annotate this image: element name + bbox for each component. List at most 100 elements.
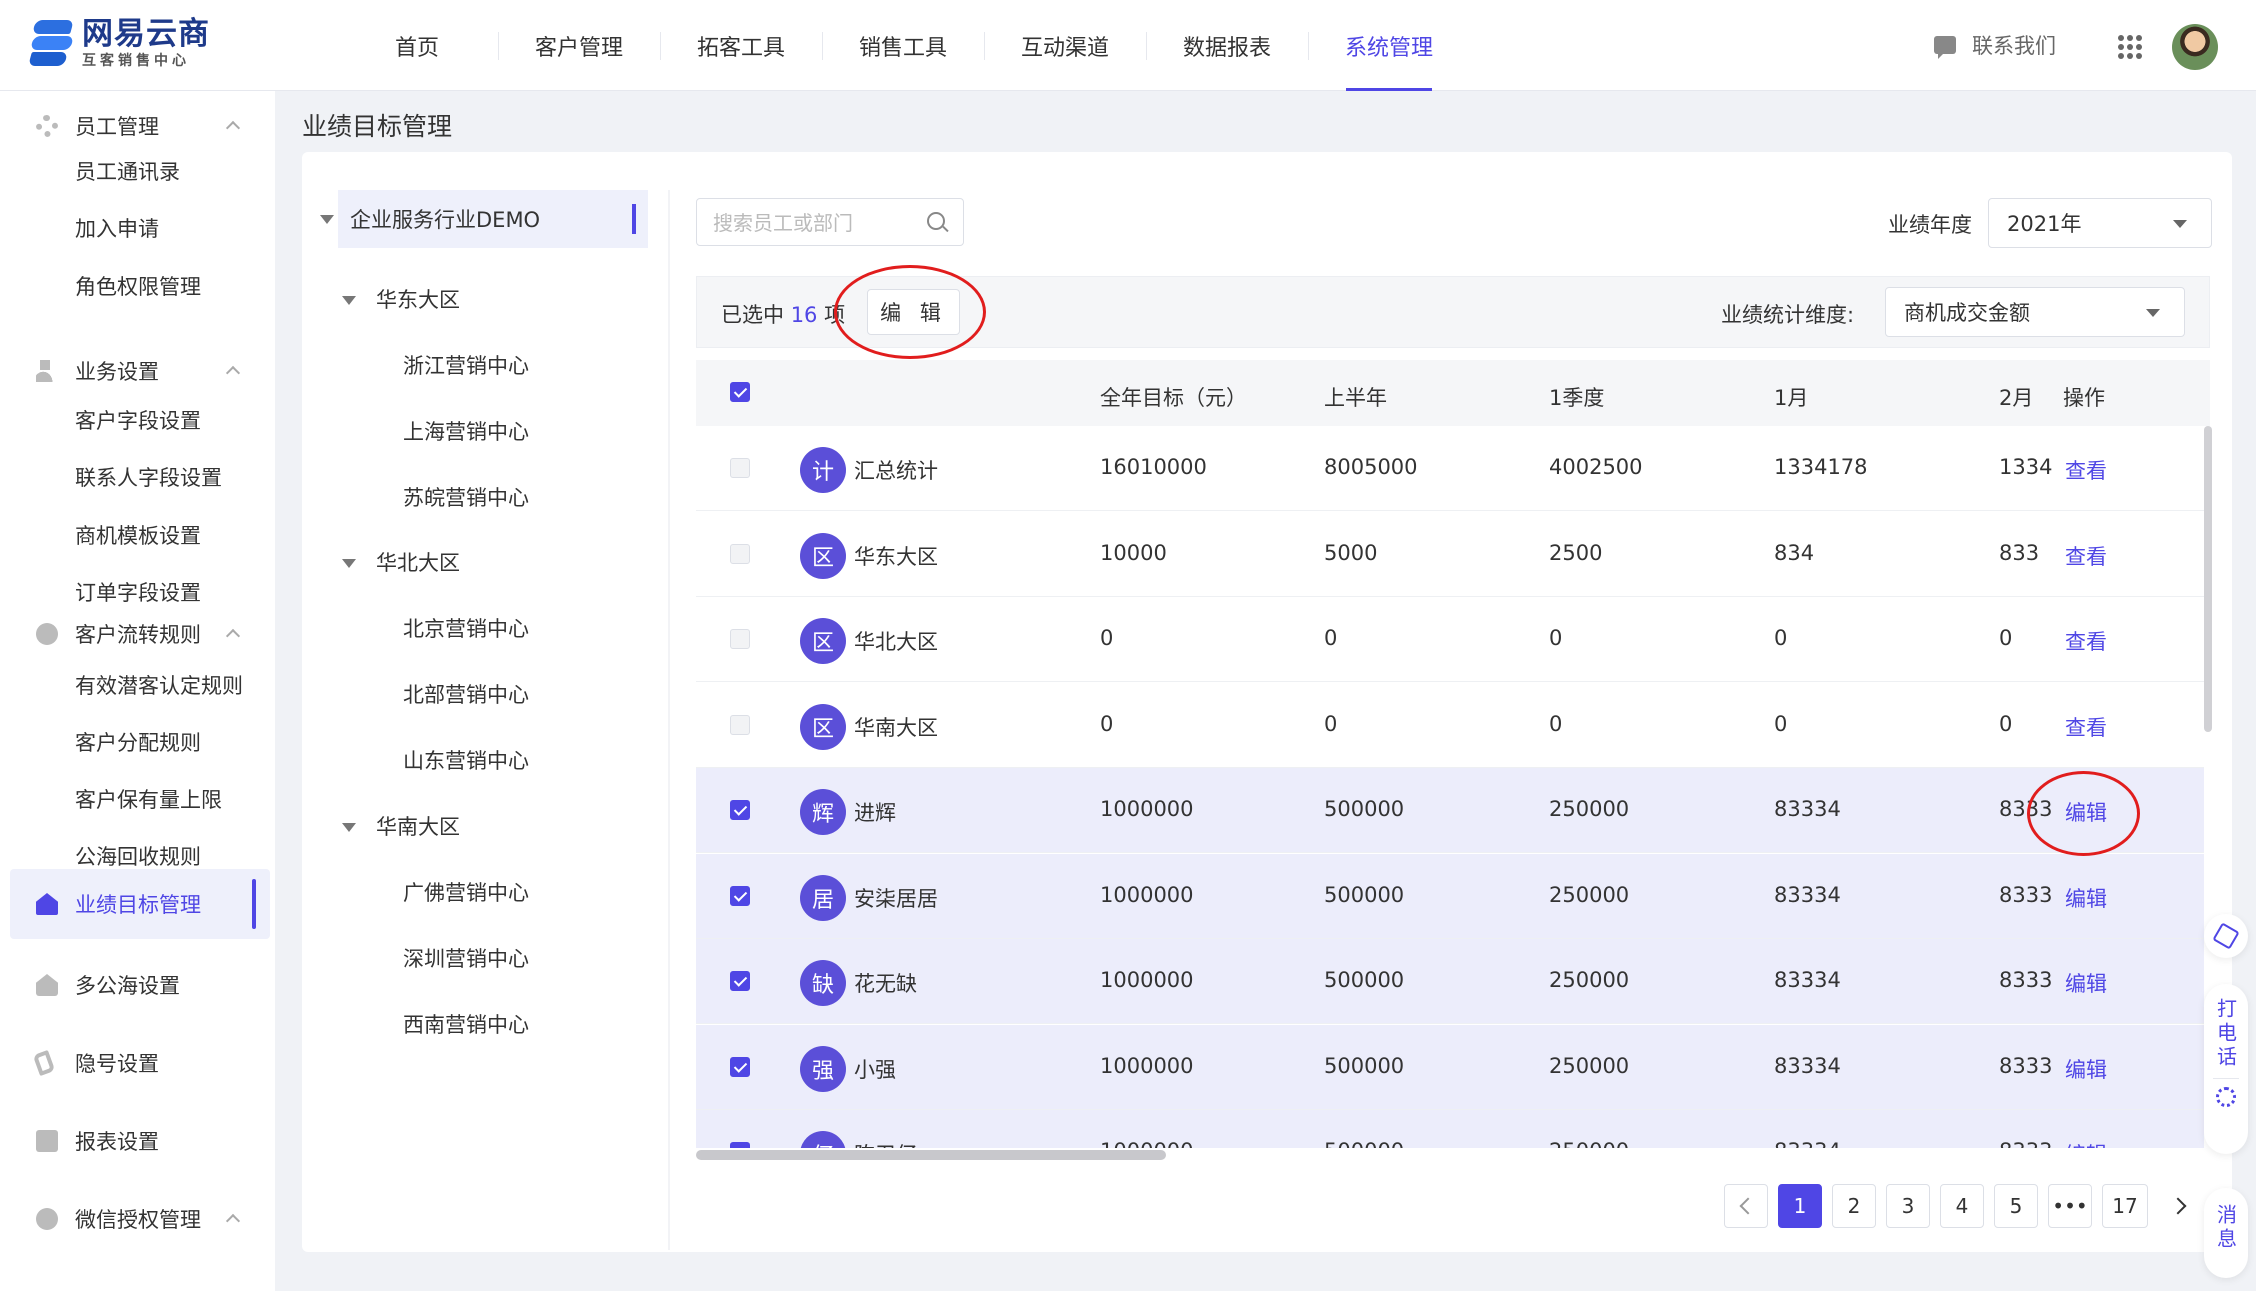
sidebar-item[interactable]: 商机模板设置 — [75, 515, 201, 555]
prev-page-button[interactable] — [1724, 1184, 1768, 1228]
page-button[interactable]: 1 — [1778, 1184, 1822, 1228]
chevron-up-icon[interactable] — [225, 365, 241, 381]
caret-down-icon[interactable] — [320, 215, 334, 224]
tree-center-node[interactable]: 上海营销中心 — [403, 416, 529, 446]
page-button[interactable]: 2 — [1832, 1184, 1876, 1228]
brand-logo[interactable]: 网易云商 互客销售中心 — [28, 16, 210, 70]
nav-item-0[interactable]: 首页 — [336, 0, 498, 91]
sidebar-item[interactable]: 角色权限管理 — [75, 266, 201, 306]
row-checkbox[interactable] — [730, 885, 750, 906]
sidebar-group-1[interactable]: 业务设置 — [0, 344, 275, 398]
vertical-scrollbar[interactable] — [2204, 426, 2212, 732]
search-icon[interactable] — [927, 212, 945, 230]
table-row[interactable]: 辉进辉 1000000 500000 250000 83334 83333 编辑 — [696, 768, 2204, 853]
row-checkbox[interactable] — [730, 629, 750, 649]
tree-center-node[interactable]: 浙江营销中心 — [403, 350, 529, 380]
table-row[interactable]: 缺花无缺 1000000 500000 250000 83334 83333 编辑 — [696, 939, 2204, 1024]
chevron-up-icon[interactable] — [225, 1213, 241, 1229]
year-select[interactable]: 2021年 — [1988, 198, 2212, 248]
tree-region-node[interactable]: 华东大区 — [376, 284, 460, 314]
page-ellipsis[interactable]: ••• — [2048, 1184, 2092, 1228]
page-button[interactable]: 3 — [1886, 1184, 1930, 1228]
nav-item-5[interactable]: 数据报表 — [1146, 0, 1308, 91]
row-edit-link[interactable]: 编辑 — [2065, 883, 2107, 913]
sidebar-item[interactable]: 客户保有量上限 — [75, 779, 222, 819]
row-view-link[interactable]: 查看 — [2065, 626, 2107, 656]
row-edit-link[interactable]: 编辑 — [2065, 797, 2107, 827]
row-checkbox[interactable] — [730, 1056, 750, 1077]
page-button[interactable]: 4 — [1940, 1184, 1984, 1228]
table-row[interactable]: 区华北大区 0 0 0 0 0 查看 — [696, 597, 2204, 682]
tree-center-node[interactable]: 北京营销中心 — [403, 613, 529, 643]
apps-grid-icon[interactable] — [2118, 35, 2142, 59]
sidebar-group-7[interactable]: 微信授权管理 — [0, 1192, 275, 1246]
chevron-up-icon[interactable] — [225, 628, 241, 644]
sidebar-item[interactable]: 加入申请 — [75, 208, 159, 248]
sidebar-group-0[interactable]: 员工管理 — [0, 99, 275, 153]
table-row[interactable]: 强小强 1000000 500000 250000 83334 83333 编辑 — [696, 1024, 2204, 1110]
sidebar-item[interactable]: 联系人字段设置 — [75, 457, 222, 497]
select-all-checkbox[interactable] — [730, 382, 750, 402]
sidebar-group-6[interactable]: 报表设置 — [0, 1114, 275, 1168]
caret-down-icon[interactable] — [342, 823, 356, 832]
row-edit-link[interactable]: 编辑 — [2065, 1054, 2107, 1084]
horizontal-scrollbar[interactable] — [696, 1150, 1166, 1160]
nav-item-6[interactable]: 系统管理 — [1308, 0, 1470, 91]
sidebar-group-5[interactable]: 隐号设置 — [0, 1036, 275, 1090]
row-checkbox[interactable] — [730, 1142, 750, 1148]
search-input[interactable] — [713, 209, 913, 237]
dimension-select[interactable]: 商机成交金额 — [1885, 287, 2185, 337]
sidebar-item[interactable]: 员工通讯录 — [75, 151, 180, 191]
cube-icon — [2212, 922, 2240, 950]
page-button[interactable]: 17 — [2102, 1184, 2148, 1228]
tree-region-node[interactable]: 华南大区 — [376, 811, 460, 841]
table-row[interactable]: 区华东大区 10000 5000 2500 834 833 查看 — [696, 511, 2204, 597]
sidebar-item[interactable]: 有效潜客认定规则 — [75, 665, 243, 705]
nav-item-2[interactable]: 拓客工具 — [660, 0, 822, 91]
tree-root-node[interactable]: 企业服务行业DEMO — [320, 190, 648, 248]
tree-center-node[interactable]: 苏皖营销中心 — [403, 482, 529, 512]
table-row[interactable]: 区华南大区 0 0 0 0 0 查看 — [696, 682, 2204, 768]
caret-down-icon[interactable] — [342, 559, 356, 568]
settings-icon[interactable] — [2216, 1087, 2236, 1107]
row-edit-link[interactable]: 编辑 — [2065, 1139, 2107, 1148]
tree-region-node[interactable]: 华北大区 — [376, 547, 460, 577]
sidebar-group-3[interactable]: 业绩目标管理 — [10, 869, 270, 939]
tree-center-node[interactable]: 深圳营销中心 — [403, 943, 529, 973]
tree-center-node[interactable]: 广佛营销中心 — [403, 877, 529, 907]
float-cube-button[interactable] — [2204, 914, 2248, 958]
row-checkbox[interactable] — [730, 458, 750, 478]
tree-center-node[interactable]: 山东营销中心 — [403, 745, 529, 775]
caret-down-icon[interactable] — [342, 296, 356, 305]
tree-center-node[interactable]: 北部营销中心 — [403, 679, 529, 709]
nav-item-3[interactable]: 销售工具 — [822, 0, 984, 91]
call-button[interactable]: 打电话 — [2212, 998, 2241, 1070]
row-view-link[interactable]: 查看 — [2065, 455, 2107, 485]
chevron-up-icon[interactable] — [225, 120, 241, 136]
batch-edit-button[interactable]: 编 辑 — [867, 289, 960, 335]
page-button[interactable]: 5 — [1994, 1184, 2038, 1228]
table-row[interactable]: 仔陈卫仔 1000000 500000 250000 83334 83333 编辑 — [696, 1110, 2204, 1148]
user-avatar[interactable] — [2172, 24, 2218, 70]
gear-icon — [36, 115, 58, 137]
row-checkbox[interactable] — [730, 800, 750, 820]
row-view-link[interactable]: 查看 — [2065, 541, 2107, 571]
sidebar-item[interactable]: 订单字段设置 — [75, 572, 201, 612]
row-checkbox[interactable] — [730, 714, 750, 735]
table-row[interactable]: 计汇总统计 16010000 8005000 4002500 1334178 133416… — [696, 426, 2204, 511]
row-checkbox[interactable] — [730, 543, 750, 564]
sidebar-item[interactable]: 客户字段设置 — [75, 400, 201, 440]
float-message-button[interactable]: 消息 — [2204, 1188, 2248, 1278]
row-checkbox[interactable] — [730, 971, 750, 991]
sidebar-group-4[interactable]: 多公海设置 — [0, 958, 275, 1012]
nav-item-4[interactable]: 互动渠道 — [984, 0, 1146, 91]
sidebar-item[interactable]: 客户分配规则 — [75, 722, 201, 762]
next-page-button[interactable] — [2158, 1184, 2202, 1228]
table-row[interactable]: 居安柒居居 1000000 500000 250000 83334 83333 编辑 — [696, 853, 2204, 939]
sidebar-group-2[interactable]: 客户流转规则 — [0, 607, 275, 661]
contact-us-link[interactable]: 联系我们 — [1934, 30, 2056, 60]
nav-item-1[interactable]: 客户管理 — [498, 0, 660, 91]
row-view-link[interactable]: 查看 — [2065, 712, 2107, 742]
tree-center-node[interactable]: 西南营销中心 — [403, 1009, 529, 1039]
row-edit-link[interactable]: 编辑 — [2065, 968, 2107, 998]
